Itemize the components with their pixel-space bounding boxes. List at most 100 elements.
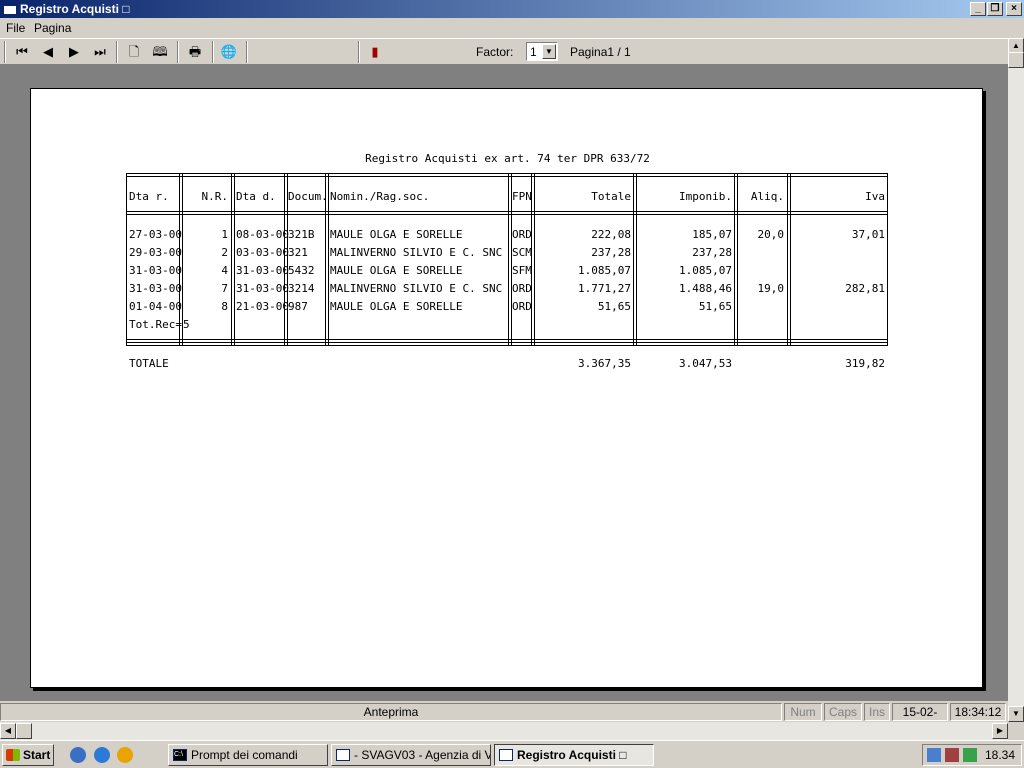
grand-total-iva: 319,82 (845, 357, 885, 370)
table-cell: 987 (288, 300, 308, 313)
next-page-icon[interactable]: ▶ (63, 42, 85, 62)
factor-select[interactable]: 1 ▼ (526, 42, 558, 61)
task-registro-acquisti[interactable]: Registro Acquisti □ (494, 744, 654, 766)
vertical-scrollbar[interactable]: ▲ ▼ (1008, 38, 1024, 722)
table-cell: 1.771,27 (578, 282, 631, 295)
table-cell: 282,81 (845, 282, 885, 295)
command-prompt-icon: C:\ (173, 749, 187, 761)
security-icon[interactable] (945, 748, 959, 762)
table-cell: 1.085,07 (679, 264, 732, 277)
table-cell: SCM (512, 246, 532, 259)
table-cell: 08-03-00 (236, 228, 289, 241)
report-title: Registro Acquisti ex art. 74 ter DPR 633… (365, 152, 650, 165)
last-page-icon[interactable]: ⏭ (89, 42, 111, 62)
column-divider (633, 173, 634, 346)
system-tray: 18.34 (922, 744, 1022, 766)
column-divider (534, 173, 535, 346)
menu-bar: File Pagina (0, 18, 1024, 38)
scroll-left-icon[interactable]: ◀ (0, 723, 16, 739)
table-cell: ORD (512, 282, 532, 295)
toolbar-separator (246, 41, 248, 63)
scrollbar-corner (1008, 722, 1024, 740)
taskbar: Start C:\ Prompt dei comandi - SVAGV03 -… (0, 740, 1024, 768)
toolbar-separator (116, 41, 118, 63)
close-button[interactable]: × (1006, 2, 1022, 16)
grand-total-imponib: 3.047,53 (679, 357, 732, 370)
horizontal-scroll-thumb[interactable] (16, 723, 32, 739)
column-header-fpn: FPN (512, 190, 532, 203)
column-divider (734, 173, 735, 346)
grand-total-label: TOTALE (129, 357, 169, 370)
scroll-down-icon[interactable]: ▼ (1008, 706, 1024, 722)
column-header-iva: Iva (865, 190, 885, 203)
table-cell: ORD (512, 228, 532, 241)
table-cell: 01-04-00 (129, 300, 182, 313)
single-page-icon[interactable]: 🗋 (123, 42, 145, 62)
chevron-down-icon[interactable]: ▼ (542, 44, 556, 59)
table-cell: MALINVERNO SILVIO E C. SNC (330, 282, 503, 295)
column-header-dta-r: Dta r. (129, 190, 169, 203)
title-bar: Registro Acquisti □ _ ❐ × (0, 0, 1024, 18)
restore-button[interactable]: ❐ (987, 2, 1003, 16)
column-header-dta-d: Dta d. (236, 190, 276, 203)
factor-label: Factor: (476, 45, 514, 59)
horizontal-scrollbar[interactable]: ◀ ▶ (0, 722, 1008, 740)
table-border (126, 176, 888, 177)
column-header-nominativo: Nomin./Rag.soc. (330, 190, 430, 203)
clock: 18.34 (984, 748, 1015, 762)
toolbar-separator (212, 41, 214, 63)
table-cell: 21-03-00 (236, 300, 289, 313)
first-page-icon[interactable]: ⏮ (11, 42, 33, 62)
update-icon[interactable] (963, 748, 977, 762)
scroll-thumb[interactable] (1008, 52, 1024, 68)
show-desktop-icon[interactable] (70, 747, 86, 763)
toolbar: ⏮ ◀ ▶ ⏭ 🗋 🕮 🖶 🌐 ▮ Factor: 1 ▼ Pagina1 / … (0, 38, 1008, 65)
windows-logo-icon (6, 749, 20, 761)
toolbar-separator (177, 41, 179, 63)
column-divider (787, 173, 788, 346)
table-cell: MALINVERNO SILVIO E C. SNC (330, 246, 503, 259)
two-pages-icon[interactable]: 🕮 (149, 42, 171, 62)
table-cell: 31-03-00 (236, 264, 289, 277)
total-records-label: Tot.Rec= (129, 318, 182, 331)
table-cell: SFM (512, 264, 532, 277)
column-divider (737, 173, 738, 346)
toolbar-grip (4, 41, 6, 63)
column-header-aliq: Aliq. (750, 190, 784, 203)
table-cell (739, 300, 784, 314)
status-num: Num (784, 703, 822, 721)
task-label: - SVAGV03 - Agenzia di V... (354, 748, 491, 762)
internet-explorer-icon[interactable] (94, 747, 110, 763)
table-cell: 8 (221, 300, 228, 313)
table-border (126, 339, 888, 340)
network-icon[interactable] (927, 748, 941, 762)
minimize-button[interactable]: _ (970, 2, 986, 16)
start-button[interactable]: Start (2, 744, 54, 766)
menu-pagina[interactable]: Pagina (34, 21, 71, 35)
menu-file[interactable]: File (6, 21, 25, 35)
table-cell: 31-03-00 (236, 282, 289, 295)
task-prompt-dei-comandi[interactable]: C:\ Prompt dei comandi (168, 744, 328, 766)
status-caps: Caps (824, 703, 862, 721)
export-icon[interactable]: 🌐 (218, 42, 240, 62)
scroll-right-icon[interactable]: ▶ (992, 723, 1008, 739)
preview-area: Registro Acquisti ex art. 74 ter DPR 633… (0, 65, 1008, 701)
table-cell: 19,0 (757, 282, 785, 295)
table-cell: 321 (288, 246, 308, 259)
table-cell (791, 300, 885, 314)
column-divider (234, 173, 235, 346)
table-cell: 237,28 (591, 246, 631, 259)
table-cell: 1.488,46 (679, 282, 732, 295)
exit-door-icon[interactable]: ▮ (364, 42, 386, 62)
print-icon[interactable]: 🖶 (184, 42, 206, 62)
media-player-icon[interactable] (117, 747, 133, 763)
status-time: 18:34:12 (950, 703, 1006, 721)
table-cell (739, 246, 784, 260)
grand-total-totale: 3.367,35 (578, 357, 631, 370)
column-divider (231, 173, 232, 346)
report-page: Registro Acquisti ex art. 74 ter DPR 633… (30, 88, 983, 688)
previous-page-icon[interactable]: ◀ (37, 42, 59, 62)
table-cell: 222,08 (591, 228, 631, 241)
task-svagv03[interactable]: - SVAGV03 - Agenzia di V... (331, 744, 491, 766)
status-date: 15-02-2016 (892, 703, 948, 721)
